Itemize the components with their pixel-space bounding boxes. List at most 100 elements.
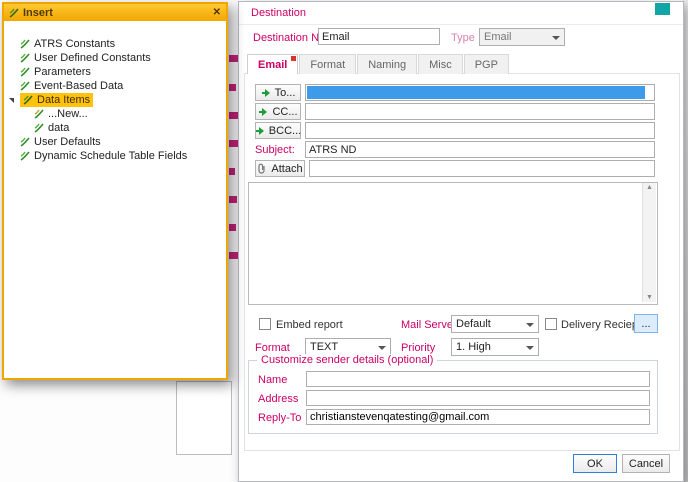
tree-item-data[interactable]: data xyxy=(4,121,226,135)
ok-button-label: OK xyxy=(587,458,603,470)
field-icon xyxy=(34,109,44,119)
green-arrow-icon xyxy=(261,88,271,98)
ok-button[interactable]: OK xyxy=(573,454,617,473)
attach-icon xyxy=(257,163,267,174)
background-text-fragment xyxy=(229,55,238,62)
tree-item-label: User Defaults xyxy=(34,136,101,148)
delivery-receipt-checkbox[interactable] xyxy=(545,318,557,330)
sender-address-label: Address xyxy=(258,393,298,405)
attach-button[interactable]: Attach xyxy=(255,160,305,177)
background-text-fragment xyxy=(229,168,235,175)
sender-details-group: Customize sender details (optional) Name… xyxy=(248,360,658,434)
sender-details-title: Customize sender details (optional) xyxy=(257,354,437,366)
tab-misc[interactable]: Misc xyxy=(418,54,463,74)
screen: Destination Destination Name Type Email … xyxy=(0,0,688,482)
priority-select[interactable]: 1. High xyxy=(451,338,539,356)
field-icon xyxy=(34,123,44,133)
body-scrollbar[interactable]: ▲ ▼ xyxy=(642,183,656,302)
delivery-receipt-label: Delivery Reciept xyxy=(561,319,641,331)
type-select-value: Email xyxy=(484,31,512,43)
background-text-fragment xyxy=(229,196,237,203)
tree-item-label: ...New... xyxy=(48,108,88,120)
sender-name-input[interactable] xyxy=(306,371,650,387)
background-text-fragment xyxy=(229,84,236,91)
bcc-button[interactable]: BCC... xyxy=(255,122,301,139)
tree-item-parameters[interactable]: Parameters xyxy=(4,65,226,79)
more-options-button[interactable]: ... xyxy=(634,314,658,333)
priority-label: Priority xyxy=(401,342,435,354)
mail-server-select[interactable]: Default xyxy=(451,315,539,333)
subject-input[interactable] xyxy=(305,141,655,158)
attach-input[interactable] xyxy=(309,160,655,177)
scroll-up-icon[interactable]: ▲ xyxy=(646,184,653,191)
tree-item-event-based-data[interactable]: Event-Based Data xyxy=(4,79,226,93)
dropdown-arrow-icon xyxy=(378,346,386,350)
selected-recipients xyxy=(307,86,645,99)
field-icon xyxy=(20,39,30,49)
tab-naming-label: Naming xyxy=(368,59,406,71)
header-separator xyxy=(239,24,683,25)
to-input[interactable] xyxy=(305,84,655,101)
destination-name-input[interactable] xyxy=(318,28,440,45)
type-label: Type xyxy=(451,32,475,44)
to-button-label: To... xyxy=(275,87,296,99)
tab-email[interactable]: Email xyxy=(247,54,298,74)
tab-format-label: Format xyxy=(310,59,345,71)
cc-input[interactable] xyxy=(305,103,655,120)
tree-item-label: Dynamic Schedule Table Fields xyxy=(34,150,187,162)
format-label: Format xyxy=(255,342,290,354)
insert-window: Insert ✕ ATRS Constants User Defined Con… xyxy=(2,2,228,380)
mail-server-label: Mail Server xyxy=(401,319,457,331)
cc-button[interactable]: CC... xyxy=(255,103,301,120)
field-icon xyxy=(20,81,30,91)
background-teal-icon xyxy=(655,3,670,15)
tree-item-dynamic-schedule-table-fields[interactable]: Dynamic Schedule Table Fields xyxy=(4,149,226,163)
embed-report-checkbox[interactable] xyxy=(259,318,271,330)
dropdown-arrow-icon xyxy=(552,36,560,40)
insert-title-bar[interactable]: Insert ✕ xyxy=(4,4,226,21)
field-icon xyxy=(20,53,30,63)
background-panel-remnant xyxy=(176,381,232,455)
background-text-fragment xyxy=(229,252,238,259)
tree-selection-highlight: Data Items xyxy=(20,93,93,107)
green-arrow-icon xyxy=(258,107,268,117)
tree-item-label: Data Items xyxy=(37,94,90,106)
tree-item-user-defined-constants[interactable]: User Defined Constants xyxy=(4,51,226,65)
reply-to-input[interactable] xyxy=(306,409,650,425)
more-options-label: ... xyxy=(641,318,650,330)
insert-window-title: Insert xyxy=(23,7,53,19)
insert-window-icon xyxy=(9,8,19,18)
tab-naming[interactable]: Naming xyxy=(357,54,417,74)
cancel-button[interactable]: Cancel xyxy=(622,454,670,473)
dropdown-arrow-icon xyxy=(526,346,534,350)
tab-format[interactable]: Format xyxy=(299,54,356,74)
mail-server-value: Default xyxy=(456,318,491,330)
tree-item-user-defaults[interactable]: User Defaults xyxy=(4,135,226,149)
sender-address-input[interactable] xyxy=(306,390,650,406)
tab-pgp-label: PGP xyxy=(475,59,498,71)
background-text-fragment xyxy=(229,224,236,231)
attach-button-label: Attach xyxy=(271,163,302,175)
tree-item-atrs-constants[interactable]: ATRS Constants xyxy=(4,37,226,51)
dropdown-arrow-icon xyxy=(526,323,534,327)
type-select[interactable]: Email xyxy=(479,28,565,46)
tab-email-label: Email xyxy=(258,59,287,71)
message-body[interactable] xyxy=(248,182,658,305)
tree-item-label: Parameters xyxy=(34,66,91,78)
red-flag-icon xyxy=(291,56,296,61)
bcc-input[interactable] xyxy=(305,122,655,139)
tab-pgp[interactable]: PGP xyxy=(464,54,509,74)
bcc-button-label: BCC... xyxy=(269,125,301,137)
tree-item-data-items[interactable]: Data Items xyxy=(4,93,226,107)
close-icon[interactable]: ✕ xyxy=(213,7,221,18)
sender-name-label: Name xyxy=(258,374,287,386)
cancel-button-label: Cancel xyxy=(629,458,663,470)
tree-item-label: ATRS Constants xyxy=(34,38,115,50)
background-text-fragment xyxy=(229,112,238,119)
subject-label: Subject: xyxy=(255,144,295,156)
expand-icon[interactable] xyxy=(9,98,14,103)
scroll-down-icon[interactable]: ▼ xyxy=(646,294,653,301)
tree-item-new[interactable]: ...New... xyxy=(4,107,226,121)
to-button[interactable]: To... xyxy=(255,84,301,101)
field-icon xyxy=(20,151,30,161)
